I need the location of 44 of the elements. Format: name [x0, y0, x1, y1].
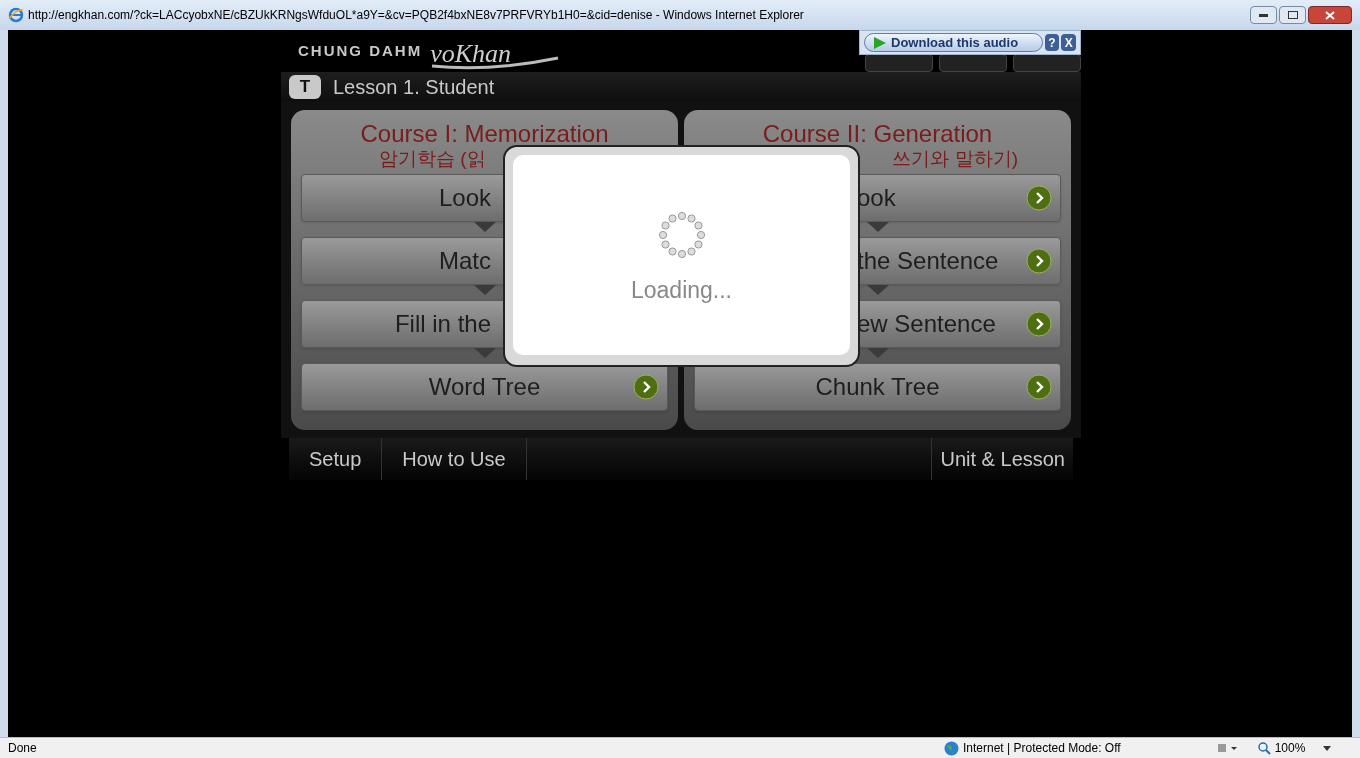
close-toolbar-button[interactable]: X — [1061, 34, 1076, 51]
close-icon — [1325, 10, 1335, 20]
course-title: Course II: Generation — [762, 122, 993, 146]
status-text: Done — [8, 740, 38, 757]
minimize-button[interactable] — [1250, 6, 1277, 24]
connector-arrow-icon — [473, 348, 496, 358]
play-icon — [873, 35, 887, 50]
loading-spinner-icon — [657, 211, 706, 259]
window-title: http://engkhan.com/?ck=LACcyobxNE/cBZUkKRNgsWfduOL*a9Y=&cv=PQB2f4bxNE8v7PRFVRYb1H0=&cid=denise - Windows Internet Explorer — [28, 7, 804, 24]
globe-icon — [944, 740, 959, 756]
logo: voKhan — [430, 32, 561, 70]
arrow-right-icon — [1026, 311, 1052, 337]
browser-icon — [8, 7, 24, 23]
connector-arrow-icon — [866, 222, 889, 232]
lesson-title: Lesson 1. Student — [333, 75, 495, 100]
arrow-right-icon — [1026, 185, 1052, 211]
connector-arrow-icon — [866, 285, 889, 295]
close-button[interactable] — [1308, 6, 1352, 24]
arrow-right-icon — [633, 374, 659, 400]
connector-arrow-icon — [473, 222, 496, 232]
security-zone: Internet | Protected Mode: Off — [963, 740, 1121, 757]
footer-tab[interactable]: Unit & Lesson — [931, 438, 1073, 480]
maximize-button[interactable] — [1279, 6, 1306, 24]
course-subtitle: 암기학습 (읽 — [379, 149, 486, 168]
footer-tab[interactable]: How to Use — [382, 438, 527, 480]
course-title: Course I: Memorization — [360, 122, 609, 146]
course-subtitle: 쓰기와 말하기) — [892, 149, 1018, 168]
caret-icon[interactable] — [1323, 745, 1332, 751]
footer-tab[interactable]: Setup — [289, 438, 383, 480]
download-audio-button[interactable]: Download this audio — [864, 33, 1043, 52]
lesson-badge: T — [289, 75, 321, 99]
connector-arrow-icon — [473, 285, 496, 295]
protected-mode-icon[interactable] — [1215, 741, 1238, 755]
minimize-icon — [1259, 13, 1268, 17]
step-button[interactable]: Chunk Tree — [694, 363, 1061, 411]
arrow-right-icon — [1026, 248, 1052, 274]
zoom-level[interactable]: 100% — [1274, 739, 1306, 757]
maximize-icon — [1287, 11, 1298, 19]
brand-text: CHUNG DAHM — [298, 40, 423, 61]
step-button[interactable]: Word Tree — [301, 363, 668, 411]
arrow-right-icon — [1026, 374, 1052, 400]
zoom-icon — [1257, 741, 1271, 755]
help-button[interactable]: ? — [1044, 34, 1060, 51]
connector-arrow-icon — [866, 348, 889, 358]
